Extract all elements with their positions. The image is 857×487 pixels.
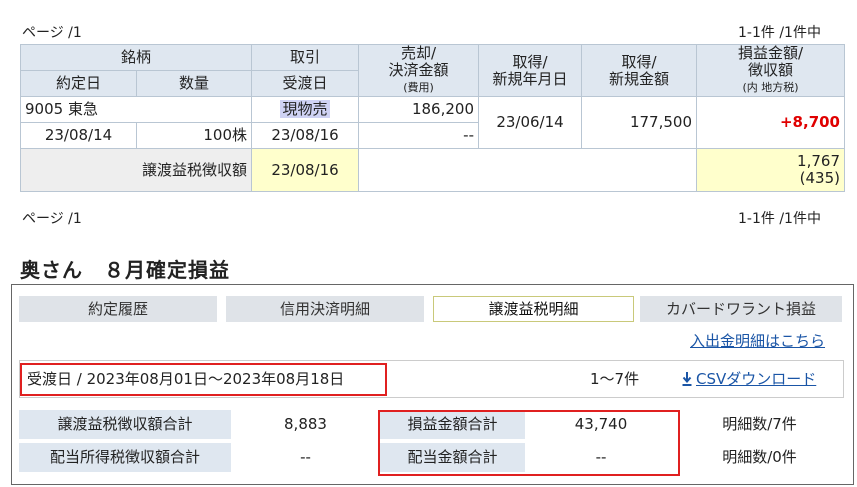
deposit-details-link[interactable]: 入出金明細はこちら — [690, 330, 825, 351]
header-torihiki: 取引 — [251, 44, 359, 71]
header-sell-amount: 売却/決済金額 (費用) — [358, 44, 479, 97]
tax-amount: 1,767 (435) — [696, 148, 845, 192]
csv-download-link[interactable]: CSVダウンロード — [682, 368, 816, 389]
sell-amount: 186,200 — [358, 96, 479, 123]
stock-name: 9005 東急 — [20, 96, 252, 123]
result-count: 1〜7件 — [590, 370, 640, 388]
download-icon — [682, 372, 692, 386]
header-profit-loss: 損益金額/徴収額 (内 地方税) — [696, 44, 845, 97]
summary-transfer-tax-value: 8,883 — [284, 415, 327, 433]
header-acq-date: 取得/新規年月日 — [478, 44, 582, 97]
pagination-page-bottom: ページ /1 — [22, 211, 82, 227]
acq-amount: 177,500 — [581, 96, 697, 149]
tax-label: 譲渡益税徴収額 — [20, 148, 252, 192]
summary-dividend-tax-value: -- — [300, 448, 311, 466]
header-acq-amount: 取得/新規金額 — [581, 44, 697, 97]
trade-table: 銘柄 取引 売却/決済金額 (費用) 取得/新規年月日 取得/新規金額 損益金額… — [20, 44, 845, 192]
header-meigara: 銘柄 — [20, 44, 252, 71]
header-contract-date: 約定日 — [20, 70, 137, 97]
contract-date: 23/08/14 — [20, 122, 137, 149]
tax-empty — [358, 148, 697, 192]
delivery-date: 23/08/16 — [251, 122, 359, 149]
pagination-count-bottom: 1-1件 /1件中 — [738, 211, 821, 227]
section-title: 奥さん ８月確定損益 — [20, 258, 230, 282]
acq-date: 23/06/14 — [478, 96, 582, 149]
pagination-page-top: ページ /1 — [22, 25, 82, 41]
tax-date: 23/08/16 — [251, 148, 359, 192]
header-delivery-date: 受渡日 — [251, 70, 359, 97]
summary-detail-count-1: 明細数/7件 — [722, 415, 797, 433]
trade-type: 現物売 — [251, 96, 359, 123]
sell-fee: -- — [358, 122, 479, 149]
tab-covered-warrant[interactable]: カバードワラント損益 — [640, 296, 842, 322]
tab-transfer-tax[interactable]: 譲渡益税明細 — [433, 296, 634, 322]
tab-margin-settlement[interactable]: 信用決済明細 — [226, 296, 424, 322]
profit-highlight — [378, 410, 680, 476]
summary-detail-count-2: 明細数/0件 — [722, 448, 797, 466]
tab-contract-history[interactable]: 約定履歴 — [19, 296, 217, 322]
profit-value: +8,700 — [696, 96, 845, 149]
header-quantity: 数量 — [136, 70, 252, 97]
summary-dividend-tax-label: 配当所得税徴収額合計 — [19, 443, 231, 472]
summary-transfer-tax-label: 譲渡益税徴収額合計 — [19, 410, 231, 439]
pagination-count-top: 1-1件 /1件中 — [738, 25, 821, 41]
quantity: 100株 — [136, 122, 252, 149]
date-range-highlight — [20, 363, 387, 396]
